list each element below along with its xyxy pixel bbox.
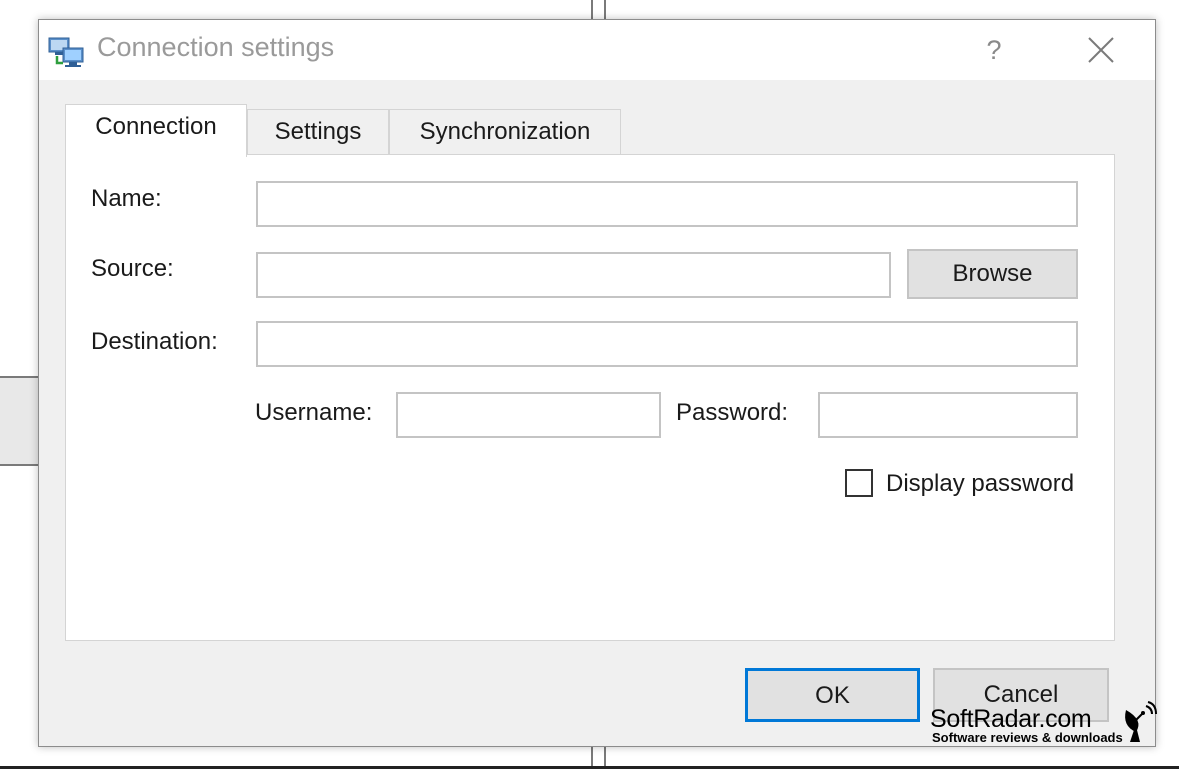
network-computers-icon bbox=[47, 36, 87, 70]
password-input[interactable] bbox=[818, 392, 1078, 438]
satellite-dish-icon bbox=[1120, 700, 1160, 744]
connection-settings-dialog: Connection settings ? Connection Setting… bbox=[38, 19, 1156, 747]
close-icon bbox=[1079, 37, 1123, 74]
name-input[interactable] bbox=[256, 181, 1078, 227]
tab-connection[interactable]: Connection bbox=[65, 104, 247, 157]
username-label: Username: bbox=[255, 399, 373, 426]
dialog-title: Connection settings bbox=[97, 32, 335, 62]
password-label: Password: bbox=[676, 399, 789, 426]
browse-button[interactable]: Browse bbox=[907, 249, 1078, 299]
title-bar[interactable]: Connection settings ? bbox=[39, 20, 1155, 80]
watermark-tagline: Software reviews & downloads bbox=[932, 730, 1123, 745]
destination-input[interactable] bbox=[256, 321, 1078, 367]
display-password-checkbox[interactable] bbox=[845, 469, 873, 497]
username-input[interactable] bbox=[396, 392, 661, 438]
tab-settings[interactable]: Settings bbox=[247, 109, 389, 155]
tab-synchronization[interactable]: Synchronization bbox=[389, 109, 621, 155]
display-password-label[interactable]: Display password bbox=[886, 470, 1074, 498]
source-label: Source: bbox=[91, 255, 174, 282]
destination-label: Destination: bbox=[91, 328, 218, 355]
close-button[interactable] bbox=[1079, 30, 1123, 70]
ok-button[interactable]: OK bbox=[745, 668, 920, 722]
source-input[interactable] bbox=[256, 252, 891, 298]
background-window-panel bbox=[0, 376, 40, 466]
name-label: Name: bbox=[91, 185, 162, 212]
help-button[interactable]: ? bbox=[969, 30, 1019, 70]
